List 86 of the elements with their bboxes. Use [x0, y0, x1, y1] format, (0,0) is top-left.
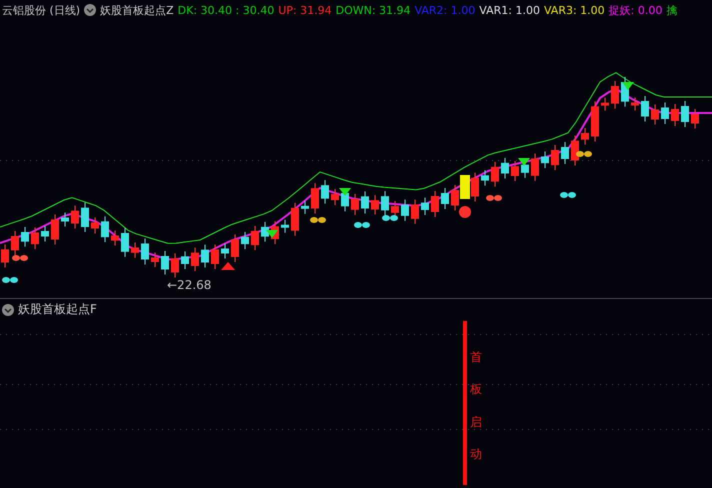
signal-bar: [460, 175, 470, 199]
candlestick: [361, 190, 369, 214]
candlestick: [31, 227, 39, 250]
candlestick: [661, 102, 669, 124]
candlestick: [541, 151, 549, 169]
candlestick: [611, 80, 619, 110]
candlestick: [171, 252, 179, 278]
candlestick: [331, 188, 339, 206]
candlestick: [561, 142, 569, 164]
dot-icon: [459, 206, 471, 218]
candlestick: [281, 219, 289, 234]
candlestick: [321, 180, 329, 204]
candlestick: [211, 244, 219, 270]
candlestick: [241, 231, 249, 250]
candlestick: [131, 242, 139, 258]
candlestick: [301, 200, 309, 214]
candlestick: [601, 97, 609, 112]
candlestick: [411, 199, 419, 224]
candlestick: [581, 128, 589, 146]
candlestick: [451, 184, 459, 211]
candlestick: [441, 188, 449, 210]
candlestick: [291, 202, 299, 236]
indicator-name: 妖股首板起点F: [18, 301, 97, 318]
dropdown-icon[interactable]: [84, 4, 96, 16]
candlestick: [631, 97, 639, 111]
indicator-value: DOWN: 31.94: [336, 4, 411, 16]
candlestick: [71, 205, 79, 229]
candlestick: [671, 104, 679, 126]
down-triangle-icon: [266, 230, 278, 238]
candlestick: [401, 199, 409, 222]
candlestick: [41, 226, 49, 242]
down-triangle-icon: [339, 188, 351, 196]
candlestick: [531, 153, 539, 182]
candlestick: [231, 234, 239, 262]
down-triangle-icon: [622, 82, 634, 90]
candlestick: [681, 100, 689, 128]
candlestick: [151, 252, 159, 268]
candlestick: [121, 228, 129, 258]
indicator-value: DK: 30.40 : 30.40: [178, 4, 274, 16]
candlestick: [261, 221, 269, 242]
candlestick: [101, 216, 109, 243]
candlestick: [551, 144, 559, 171]
candlestick: [471, 172, 479, 202]
candlestick: [221, 243, 229, 259]
candlestick: [591, 100, 599, 142]
candlestick: [191, 247, 199, 272]
candlestick: [481, 170, 489, 186]
candlestick: [571, 135, 579, 166]
candlestick: [21, 226, 29, 248]
indicator-value: VAR1: 1.00: [479, 4, 540, 16]
indicator-value: VAR3: 1.00: [544, 4, 605, 16]
candlestick: [181, 250, 189, 270]
candlestick: [81, 202, 89, 232]
candlestick: [11, 230, 19, 256]
candlestick: [111, 230, 119, 246]
up-triangle-icon: [221, 262, 235, 270]
indicator-value: UP: 31.94: [278, 4, 332, 16]
candlestick: [421, 197, 429, 216]
candlestick: [311, 182, 319, 214]
indicator-value: VAR2: 1.00: [414, 4, 476, 16]
candlestick: [61, 212, 69, 227]
signal-text: 首板启动: [470, 349, 482, 464]
candlestick: [431, 190, 439, 218]
dropdown-icon[interactable]: [2, 304, 14, 316]
candlestick: [381, 190, 389, 216]
indicator-value: 捉妖: 0.00: [608, 2, 662, 18]
candlestick: [51, 214, 59, 245]
candlestick: [641, 96, 649, 122]
candlestick: [351, 193, 359, 216]
candlestick: [141, 238, 149, 265]
candlestick: [201, 244, 209, 268]
down-triangle-icon: [518, 158, 530, 166]
indicator-value: 擒: [666, 2, 678, 18]
candlestick: [691, 108, 699, 129]
indicator-name: 妖股首板起点Z: [100, 2, 174, 18]
candlestick: [161, 250, 169, 275]
candlestick: [511, 160, 519, 182]
low-price-label: ←22.68: [167, 278, 212, 292]
candlestick: [251, 225, 259, 251]
candlestick: [491, 161, 499, 188]
candlestick: [1, 244, 9, 268]
candlestick: [651, 104, 659, 125]
stock-title: 云铝股份 (日线): [2, 2, 80, 18]
candlestick: [371, 194, 379, 215]
candlestick: [501, 157, 509, 179]
candlestick: [91, 216, 99, 234]
